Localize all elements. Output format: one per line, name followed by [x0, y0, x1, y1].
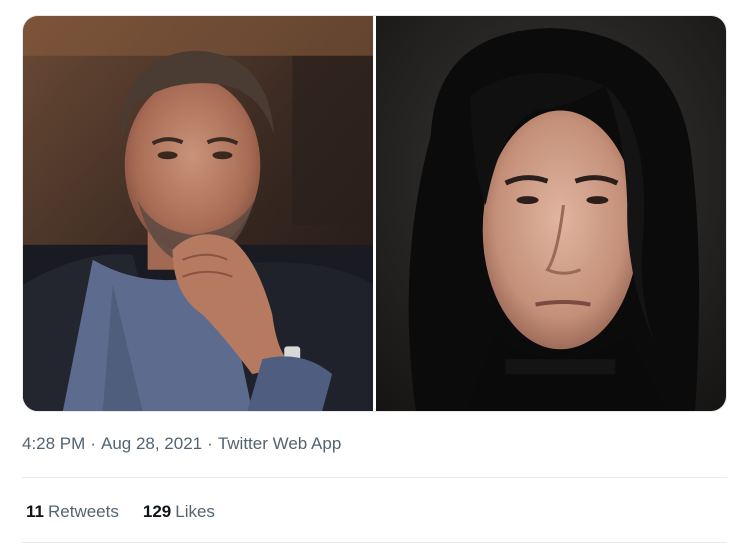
- tweet-stats: 11 Retweets 129 Likes: [26, 502, 215, 522]
- tweet-media-grid: [22, 15, 727, 412]
- tweet-source-link[interactable]: Twitter Web App: [218, 434, 341, 453]
- tweet-time: 4:28 PM: [22, 434, 86, 453]
- tweet-date: Aug 28, 2021: [100, 434, 203, 453]
- meta-separator: ·: [90, 434, 96, 453]
- tweet-meta: 4:28 PM · Aug 28, 2021 · Twitter Web App: [22, 434, 341, 454]
- tweet-timestamp-link[interactable]: 4:28 PM · Aug 28, 2021: [22, 434, 202, 453]
- divider: [22, 477, 727, 478]
- retweets-count: 11: [26, 502, 44, 521]
- photo-left-illustration: [23, 16, 373, 411]
- tweet-photo-right[interactable]: [376, 16, 726, 411]
- likes-count: 129: [142, 502, 172, 521]
- photo-right-illustration: [376, 16, 726, 411]
- likes-stat-link[interactable]: 129 Likes: [143, 502, 215, 522]
- meta-separator: ·: [207, 434, 213, 453]
- retweets-stat-link[interactable]: 11 Retweets: [26, 502, 119, 522]
- tweet-photo-left[interactable]: [23, 16, 373, 411]
- retweets-label: Retweets: [47, 502, 119, 521]
- divider: [22, 542, 727, 543]
- likes-label: Likes: [175, 502, 215, 521]
